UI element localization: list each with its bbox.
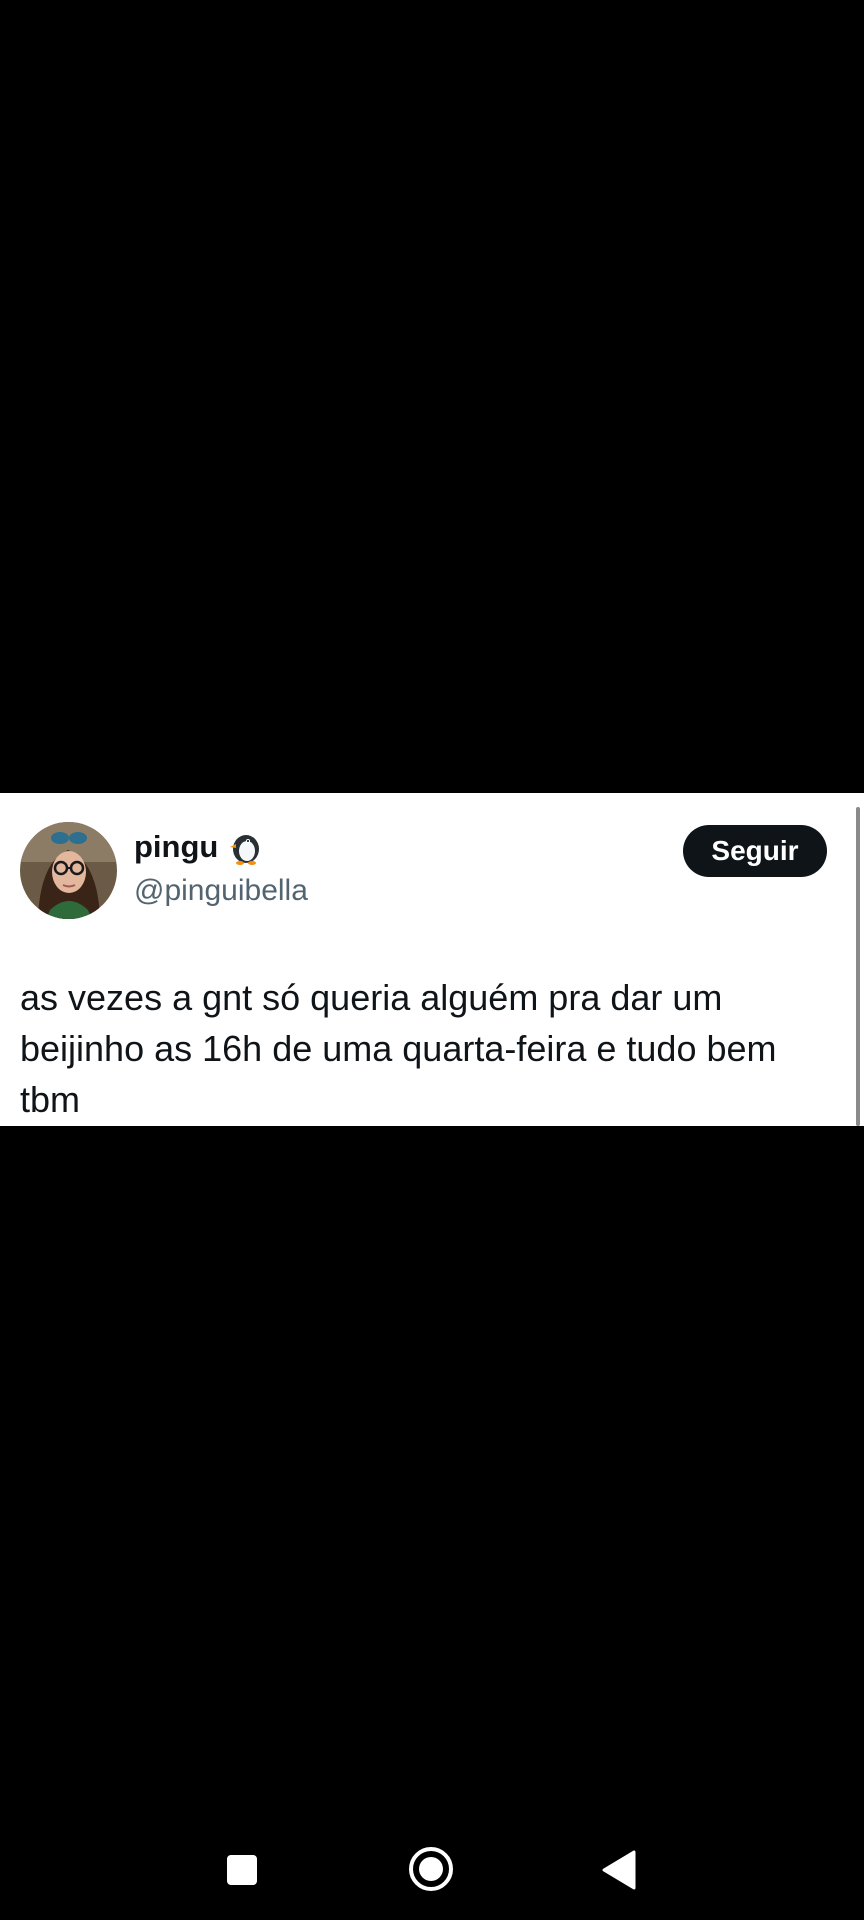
system-nav-bar: [0, 1820, 864, 1920]
scrollbar[interactable]: [856, 807, 860, 1126]
penguin-icon: [228, 829, 264, 865]
tweet-card: pingu @pinguibella Seguir as vezes a gnt…: [0, 793, 864, 1126]
tweet-text: as vezes a gnt só queria alguém pra dar …: [20, 977, 777, 1120]
recents-icon[interactable]: [226, 1854, 258, 1886]
back-icon[interactable]: [600, 1850, 636, 1890]
display-name[interactable]: pingu: [134, 829, 218, 865]
avatar[interactable]: [20, 822, 117, 919]
display-name-row: pingu: [134, 829, 264, 865]
user-handle[interactable]: @pinguibella: [134, 873, 308, 909]
home-icon[interactable]: [408, 1846, 454, 1892]
avatar-image: [20, 822, 117, 919]
screen: pingu @pinguibella Seguir as vezes a gnt…: [0, 0, 864, 1920]
follow-button[interactable]: Seguir: [683, 825, 827, 877]
